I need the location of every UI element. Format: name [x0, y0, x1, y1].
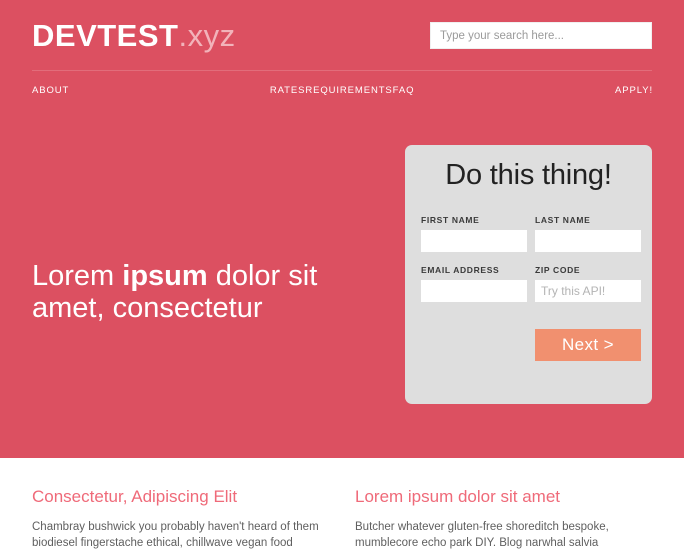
- nav-item-requirements[interactable]: REQUIREMENTS: [305, 85, 392, 96]
- last-name-label: LAST NAME: [535, 215, 591, 225]
- content-body-left: Chambray bushwick you probably haven't h…: [32, 520, 319, 550]
- form-title: Do this thing!: [445, 159, 612, 191]
- main-navigation: ABOUT RATES REQUIREMENTS FAQ APPLY!: [32, 83, 653, 97]
- hero-section: DEVTEST.xyz ABOUT RATES REQUIREMENTS FAQ…: [0, 0, 684, 458]
- zip-code-input[interactable]: [535, 280, 641, 302]
- hero-headline-part1: Lorem: [32, 260, 123, 293]
- search-box[interactable]: [430, 22, 652, 49]
- nav-item-faq[interactable]: FAQ: [393, 85, 415, 96]
- content-column-left: Consectetur, Adipiscing Elit Chambray bu…: [32, 487, 322, 552]
- email-address-input[interactable]: [421, 280, 527, 302]
- next-button[interactable]: Next >: [535, 329, 641, 361]
- first-name-input[interactable]: [421, 230, 527, 252]
- content-heading-right: Lorem ipsum dolor sit amet: [355, 487, 561, 506]
- nav-item-about[interactable]: ABOUT: [32, 85, 69, 96]
- nav-item-rates[interactable]: RATES: [270, 85, 305, 96]
- hero-headline: Lorem ipsum dolor sit amet, consectetur: [32, 261, 372, 324]
- site-logo[interactable]: DEVTEST.xyz: [32, 20, 236, 51]
- hero-headline-strong: ipsum: [122, 260, 208, 293]
- zip-code-label: ZIP CODE: [535, 265, 581, 275]
- content-section: Consectetur, Adipiscing Elit Chambray bu…: [0, 458, 684, 549]
- content-heading-left: Consectetur, Adipiscing Elit: [32, 487, 238, 506]
- field-zip-code: ZIP CODE: [535, 265, 641, 302]
- nav-divider: [32, 70, 652, 71]
- nav-item-apply[interactable]: APPLY!: [615, 85, 653, 96]
- last-name-input[interactable]: [535, 230, 641, 252]
- logo-tld-text: .xyz: [178, 18, 236, 53]
- email-address-label: EMAIL ADDRESS: [421, 265, 500, 275]
- first-name-label: FIRST NAME: [421, 215, 480, 225]
- content-body-right: Butcher whatever gluten-free shoreditch …: [355, 520, 609, 550]
- field-last-name: LAST NAME: [535, 215, 641, 252]
- field-first-name: FIRST NAME: [421, 215, 527, 252]
- search-input[interactable]: [430, 22, 652, 49]
- logo-main-text: DEVTEST: [32, 18, 179, 53]
- signup-form-panel: Do this thing! FIRST NAME LAST NAME EMAI…: [405, 145, 652, 404]
- field-email-address: EMAIL ADDRESS: [421, 265, 527, 302]
- content-column-right: Lorem ipsum dolor sit amet Butcher whate…: [355, 487, 645, 552]
